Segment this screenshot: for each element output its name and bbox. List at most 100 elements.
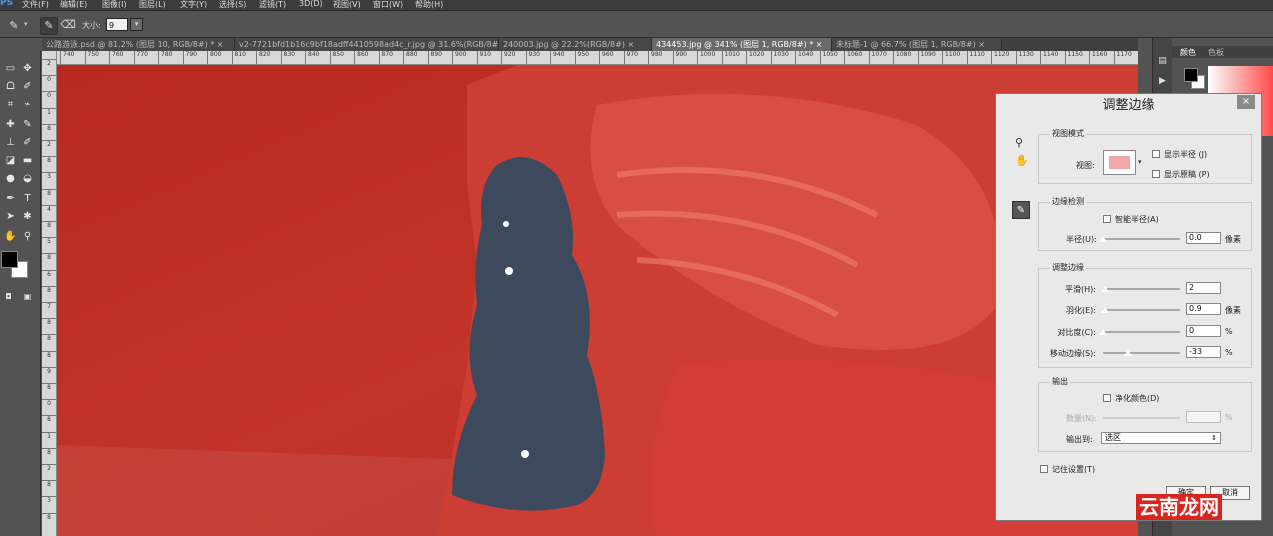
menu-3d[interactable]: 3D(D) bbox=[299, 0, 323, 8]
tab-label: 434453.jpg @ 341% (图层 1, RGB/8#) * bbox=[656, 40, 814, 49]
contrast-slider-thumb[interactable] bbox=[1098, 329, 1108, 336]
history-brush-tool-icon[interactable]: ✐ bbox=[20, 135, 35, 150]
dialog-close-button[interactable]: × bbox=[1237, 95, 1255, 109]
menu-help[interactable]: 帮助(H) bbox=[415, 0, 443, 10]
contrast-slider[interactable] bbox=[1098, 329, 1180, 336]
chevron-down-icon[interactable]: ▾ bbox=[24, 20, 28, 28]
shift-edge-unit: % bbox=[1225, 348, 1233, 357]
ruler-tick-label: 2 bbox=[42, 464, 56, 480]
tab-document-3[interactable]: 240003.jpg @ 22.2%(RGB/8#) × bbox=[499, 38, 652, 51]
eyedropper-tool-icon[interactable]: ⌁ bbox=[20, 97, 35, 112]
hand-tool-icon[interactable]: ✋ bbox=[3, 229, 18, 244]
ruler-tick-label: 1060 bbox=[844, 51, 862, 64]
brush-tool-icon[interactable]: ✎ bbox=[20, 117, 35, 132]
menu-type[interactable]: 文字(Y) bbox=[180, 0, 207, 10]
blur-tool-icon[interactable]: ● bbox=[3, 171, 18, 186]
hand-tool-icon[interactable]: ✋ bbox=[1015, 154, 1029, 167]
remember-settings-checkbox[interactable] bbox=[1040, 465, 1048, 473]
tab-document-2[interactable]: v2-7721bfd1b16c9bf18adff4410598ad4c_r.jp… bbox=[235, 38, 511, 51]
tab-document-5[interactable]: 未标题-1 @ 66.7% (图层 1, RGB/8#) × bbox=[832, 38, 1002, 51]
ruler-tick-label: 0 bbox=[42, 399, 56, 415]
image-preview bbox=[57, 65, 1138, 536]
refine-radius-tool-icon[interactable]: ✎ bbox=[1012, 201, 1030, 219]
shift-edge-slider[interactable] bbox=[1103, 350, 1180, 357]
radius-input[interactable]: 0.0 bbox=[1186, 232, 1221, 244]
pen-tool-icon[interactable]: ✒ bbox=[3, 191, 18, 206]
menu-edit[interactable]: 编辑(E) bbox=[60, 0, 87, 10]
shift-edge-input[interactable]: -33 bbox=[1186, 346, 1221, 358]
clone-stamp-tool-icon[interactable]: ⊥ bbox=[3, 135, 18, 150]
menu-image[interactable]: 图像(I) bbox=[102, 0, 127, 10]
ruler-tick-label: 800 bbox=[207, 51, 221, 64]
menu-select[interactable]: 选择(S) bbox=[219, 0, 246, 10]
tab-close-icon[interactable]: × bbox=[978, 40, 985, 49]
ruler-tick-label: 1160 bbox=[1089, 51, 1107, 64]
show-original-checkbox[interactable] bbox=[1152, 170, 1160, 178]
erase-refinements-icon[interactable]: ⌫ bbox=[60, 17, 76, 33]
quick-mask-icon[interactable]: ◘ bbox=[1, 289, 16, 304]
crop-tool-icon[interactable]: ⌗ bbox=[3, 97, 18, 112]
refine-radius-tool-icon[interactable]: ✎ bbox=[40, 17, 58, 35]
size-dropdown-button[interactable]: ▾ bbox=[130, 18, 143, 31]
menu-layer[interactable]: 图层(L) bbox=[139, 0, 166, 10]
ruler-tick-label: 8 bbox=[42, 415, 56, 431]
smooth-slider-thumb[interactable] bbox=[1099, 286, 1110, 293]
menu-window[interactable]: 窗口(W) bbox=[373, 0, 403, 10]
select-arrows-icon: ⇕ bbox=[1211, 434, 1217, 442]
tab-document-1[interactable]: 公路游泳.psd @ 81.2% (图层 10, RGB/8#) * × bbox=[42, 38, 235, 51]
tab-document-4[interactable]: 434453.jpg @ 341% (图层 1, RGB/8#) * × bbox=[652, 38, 832, 51]
tab-close-icon[interactable]: × bbox=[217, 40, 224, 49]
smooth-input[interactable]: 2 bbox=[1186, 282, 1221, 294]
zoom-tool-icon[interactable]: ⚲ bbox=[1015, 136, 1023, 149]
contrast-input[interactable]: 0 bbox=[1186, 325, 1221, 337]
show-radius-checkbox[interactable] bbox=[1152, 150, 1160, 158]
view-mode-group bbox=[1038, 134, 1252, 184]
actions-panel-icon[interactable]: ▶ bbox=[1155, 74, 1170, 89]
eraser-tool-icon[interactable]: ◪ bbox=[3, 153, 18, 168]
tab-close-icon[interactable]: × bbox=[816, 40, 823, 49]
ruler-tick-label: 1 bbox=[42, 431, 56, 448]
decontaminate-colors-checkbox[interactable] bbox=[1103, 394, 1111, 402]
history-panel-icon[interactable]: ▤ bbox=[1155, 54, 1170, 69]
ruler-tick-label: 910 bbox=[476, 51, 491, 64]
zoom-tool-icon[interactable]: ⚲ bbox=[20, 229, 35, 244]
feather-slider-thumb[interactable] bbox=[1099, 307, 1110, 314]
smart-radius-label: 智能半径(A) bbox=[1115, 215, 1159, 224]
shift-edge-slider-thumb[interactable] bbox=[1123, 350, 1134, 357]
screen-mode-icon[interactable]: ▣ bbox=[20, 289, 35, 304]
gradient-tool-icon[interactable]: ▬ bbox=[20, 153, 35, 168]
type-tool-icon[interactable]: T bbox=[20, 191, 35, 206]
foreground-color-swatch[interactable] bbox=[1, 251, 18, 268]
tab-swatches[interactable]: 色板 bbox=[1208, 47, 1224, 58]
output-to-select[interactable]: 选区 ⇕ bbox=[1101, 432, 1221, 444]
chevron-down-icon[interactable]: ▾ bbox=[1138, 158, 1142, 166]
move-tool-icon[interactable]: ✥ bbox=[20, 61, 35, 76]
radius-unit: 像素 bbox=[1225, 235, 1241, 244]
ruler-tick-label: 1030 bbox=[770, 51, 789, 64]
dodge-tool-icon[interactable]: ◒ bbox=[20, 171, 35, 186]
radius-slider[interactable] bbox=[1098, 236, 1180, 243]
shape-tool-icon[interactable]: ✱ bbox=[20, 209, 35, 224]
panel-foreground-swatch[interactable] bbox=[1184, 68, 1198, 82]
path-selection-tool-icon[interactable]: ➤ bbox=[3, 209, 18, 224]
amount-slider bbox=[1103, 417, 1180, 419]
menu-view[interactable]: 视图(V) bbox=[333, 0, 361, 10]
size-input[interactable]: 9 bbox=[106, 18, 128, 31]
quick-selection-tool-icon[interactable]: ✐ bbox=[20, 79, 35, 94]
lasso-tool-icon[interactable]: ᗝ bbox=[3, 79, 18, 94]
feather-slider[interactable] bbox=[1099, 307, 1180, 314]
brush-preset-icon[interactable]: ✎ bbox=[6, 18, 22, 34]
smooth-slider[interactable] bbox=[1099, 286, 1180, 293]
tab-color[interactable]: 颜色 bbox=[1180, 47, 1196, 58]
marquee-tool-icon[interactable]: ▭ bbox=[3, 61, 18, 76]
view-mode-selector[interactable] bbox=[1103, 150, 1136, 175]
smart-radius-checkbox[interactable] bbox=[1103, 215, 1111, 223]
feather-input[interactable]: 0.9 bbox=[1186, 303, 1221, 315]
radius-slider-thumb[interactable] bbox=[1098, 236, 1108, 243]
document-canvas[interactable] bbox=[57, 65, 1138, 536]
menu-filter[interactable]: 滤镜(T) bbox=[259, 0, 286, 10]
amount-label: 数量(N): bbox=[1066, 414, 1097, 423]
menu-file[interactable]: 文件(F) bbox=[22, 0, 49, 10]
healing-brush-tool-icon[interactable]: ✚ bbox=[3, 117, 18, 132]
tab-close-icon[interactable]: × bbox=[627, 40, 634, 49]
